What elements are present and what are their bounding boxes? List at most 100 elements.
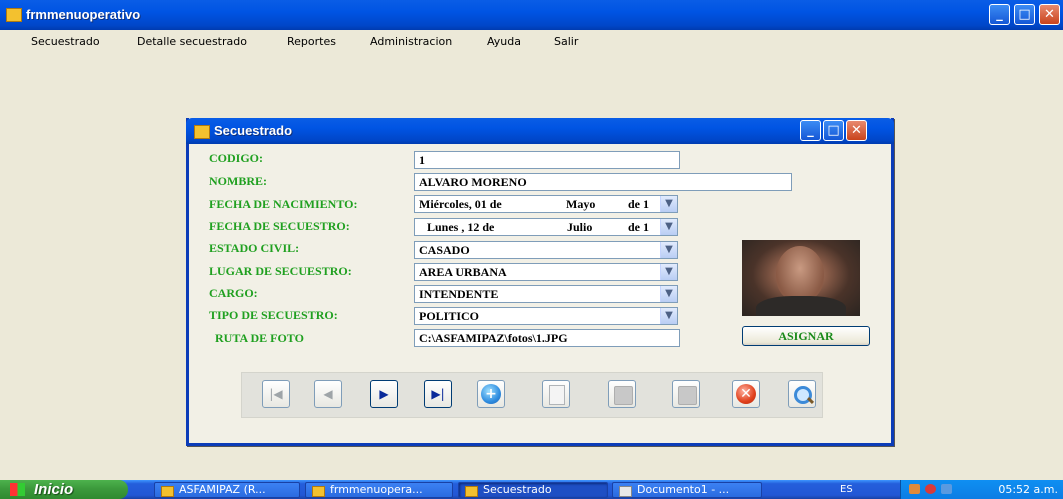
- tipo-secuestro-value: POLITICO: [419, 309, 480, 323]
- nombre-field[interactable]: ALVARO MORENO: [414, 173, 792, 191]
- minimize-icon: _: [996, 7, 1003, 22]
- photo-face: [776, 246, 824, 302]
- main-title-bar[interactable]: frmmenuoperativo _ □ ✕: [0, 0, 1063, 30]
- windows-flag-icon: [10, 483, 25, 496]
- taskbar: Inicio ASFAMIPAZ (R... frmmenuopera... S…: [0, 480, 1063, 499]
- edit-button[interactable]: [542, 380, 570, 408]
- save-button[interactable]: [608, 380, 636, 408]
- first-record-button[interactable]: |◀: [262, 380, 290, 408]
- task-label: Documento1 - ...: [637, 483, 730, 496]
- next-record-button[interactable]: ▶: [370, 380, 398, 408]
- menu-bar: Secuestrado Detalle secuestrado Reportes…: [0, 30, 1063, 52]
- dialog-title-bar[interactable]: Secuestrado _ □ ✕: [186, 118, 894, 144]
- main-window: frmmenuoperativo _ □ ✕ Secuestrado Detal…: [0, 0, 1063, 480]
- label-nombre: NOMBRE:: [209, 174, 267, 188]
- tray-security-icon[interactable]: [925, 484, 936, 494]
- close-button[interactable]: ✕: [1039, 4, 1060, 25]
- delete-button[interactable]: ✕: [732, 380, 760, 408]
- chevron-down-icon[interactable]: ▼: [660, 196, 677, 212]
- delete-icon: ✕: [736, 384, 756, 404]
- menu-administracion[interactable]: Administracion: [370, 35, 452, 48]
- estado-civil-select[interactable]: CASADO ▼: [414, 241, 678, 259]
- tray-network-icon[interactable]: [941, 484, 952, 494]
- task-label: ASFAMIPAZ (R...: [179, 483, 266, 496]
- close-icon: ✕: [1044, 7, 1055, 22]
- dialog-icon: [194, 125, 210, 139]
- cancel-save-button[interactable]: [672, 380, 700, 408]
- add-icon: +: [481, 384, 501, 404]
- menu-salir[interactable]: Salir: [554, 35, 578, 48]
- menu-ayuda[interactable]: Ayuda: [487, 35, 521, 48]
- menu-detalle-secuestrado[interactable]: Detalle secuestrado: [137, 35, 247, 48]
- task-label: Secuestrado: [483, 483, 552, 496]
- task-frmmenuoperativo[interactable]: frmmenuopera...: [305, 482, 453, 498]
- ruta-foto-field[interactable]: C:\ASFAMIPAZ\fotos\1.JPG: [414, 329, 680, 347]
- fecha-secuestro-picker[interactable]: Lunes , 12 de Julio de 1 ▼: [414, 218, 678, 236]
- fecha-nacimiento-month: Mayo: [566, 197, 596, 211]
- secuestrado-dialog: Secuestrado _ □ ✕ CODIGO: NOMBRE: FECHA …: [186, 118, 894, 446]
- app-icon: [465, 486, 478, 497]
- chevron-down-icon[interactable]: ▼: [660, 264, 677, 280]
- edit-icon: [549, 385, 565, 405]
- start-button[interactable]: Inicio: [0, 480, 128, 499]
- fecha-secuestro-month: Julio: [567, 220, 593, 234]
- tipo-secuestro-select[interactable]: POLITICO ▼: [414, 307, 678, 325]
- search-button[interactable]: [788, 380, 816, 408]
- add-button[interactable]: +: [477, 380, 505, 408]
- dialog-minimize-button[interactable]: _: [800, 120, 821, 141]
- search-icon-handle: [806, 396, 815, 405]
- lugar-secuestro-select[interactable]: AREA URBANA ▼: [414, 263, 678, 281]
- fecha-nacimiento-year: de 1: [628, 197, 649, 211]
- close-icon: ✕: [851, 123, 862, 138]
- system-tray: 05:52 a.m.: [900, 480, 1063, 499]
- maximize-icon: □: [827, 123, 840, 138]
- record-toolbar: |◀ ◀ ▶ ▶| + ✕: [241, 372, 823, 418]
- cargo-select[interactable]: INTENDENTE ▼: [414, 285, 678, 303]
- estado-civil-value: CASADO: [419, 243, 470, 257]
- label-estado-civil: ESTADO CIVIL:: [209, 241, 300, 255]
- maximize-button[interactable]: □: [1014, 4, 1035, 25]
- chevron-down-icon[interactable]: ▼: [660, 219, 677, 235]
- label-fecha-nacimiento: FECHA DE NACIMIENTO:: [209, 197, 358, 211]
- dialog-maximize-button[interactable]: □: [823, 120, 844, 141]
- label-tipo-secuestro: TIPO DE SECUESTRO:: [209, 308, 338, 322]
- app-icon: [161, 486, 174, 497]
- cargo-value: INTENDENTE: [419, 287, 499, 301]
- cancel-save-icon: [678, 386, 697, 405]
- codigo-field[interactable]: 1: [414, 151, 680, 169]
- label-ruta-foto: RUTA DE FOTO: [215, 331, 304, 345]
- maximize-icon: □: [1018, 7, 1031, 22]
- asignar-button[interactable]: ASIGNAR: [742, 326, 870, 346]
- dialog-title: Secuestrado: [214, 123, 293, 138]
- task-secuestrado[interactable]: Secuestrado: [458, 482, 608, 498]
- first-record-icon: |◀: [269, 387, 283, 401]
- fecha-nacimiento-picker[interactable]: Miércoles, 01 de Mayo de 1 ▼: [414, 195, 678, 213]
- label-fecha-secuestro: FECHA DE SECUESTRO:: [209, 219, 350, 233]
- start-label: Inicio: [34, 481, 74, 498]
- minimize-button[interactable]: _: [989, 4, 1010, 25]
- chevron-down-icon[interactable]: ▼: [660, 286, 677, 302]
- last-record-button[interactable]: ▶|: [424, 380, 452, 408]
- dialog-close-button[interactable]: ✕: [846, 120, 867, 141]
- menu-reportes[interactable]: Reportes: [287, 35, 336, 48]
- chevron-down-icon[interactable]: ▼: [660, 308, 677, 324]
- app-icon: [6, 8, 22, 22]
- previous-record-button[interactable]: ◀: [314, 380, 342, 408]
- save-icon: [614, 386, 633, 405]
- task-label: frmmenuopera...: [330, 483, 423, 496]
- task-asfamipaz[interactable]: ASFAMIPAZ (R...: [154, 482, 300, 498]
- chevron-down-icon[interactable]: ▼: [660, 242, 677, 258]
- fecha-nacimiento-day: Miércoles, 01 de: [419, 197, 502, 211]
- task-documento1[interactable]: Documento1 - ...: [612, 482, 762, 498]
- label-lugar-secuestro: LUGAR DE SECUESTRO:: [209, 264, 352, 278]
- window-title: frmmenuoperativo: [26, 7, 141, 22]
- minimize-icon: _: [807, 123, 814, 138]
- word-icon: [619, 486, 632, 497]
- language-indicator[interactable]: ES: [840, 484, 853, 495]
- app-icon: [312, 486, 325, 497]
- label-cargo: CARGO:: [209, 286, 258, 300]
- menu-secuestrado[interactable]: Secuestrado: [31, 35, 100, 48]
- clock: 05:52 a.m.: [998, 483, 1058, 496]
- label-codigo: CODIGO:: [209, 151, 263, 165]
- tray-app-icon[interactable]: [909, 484, 920, 494]
